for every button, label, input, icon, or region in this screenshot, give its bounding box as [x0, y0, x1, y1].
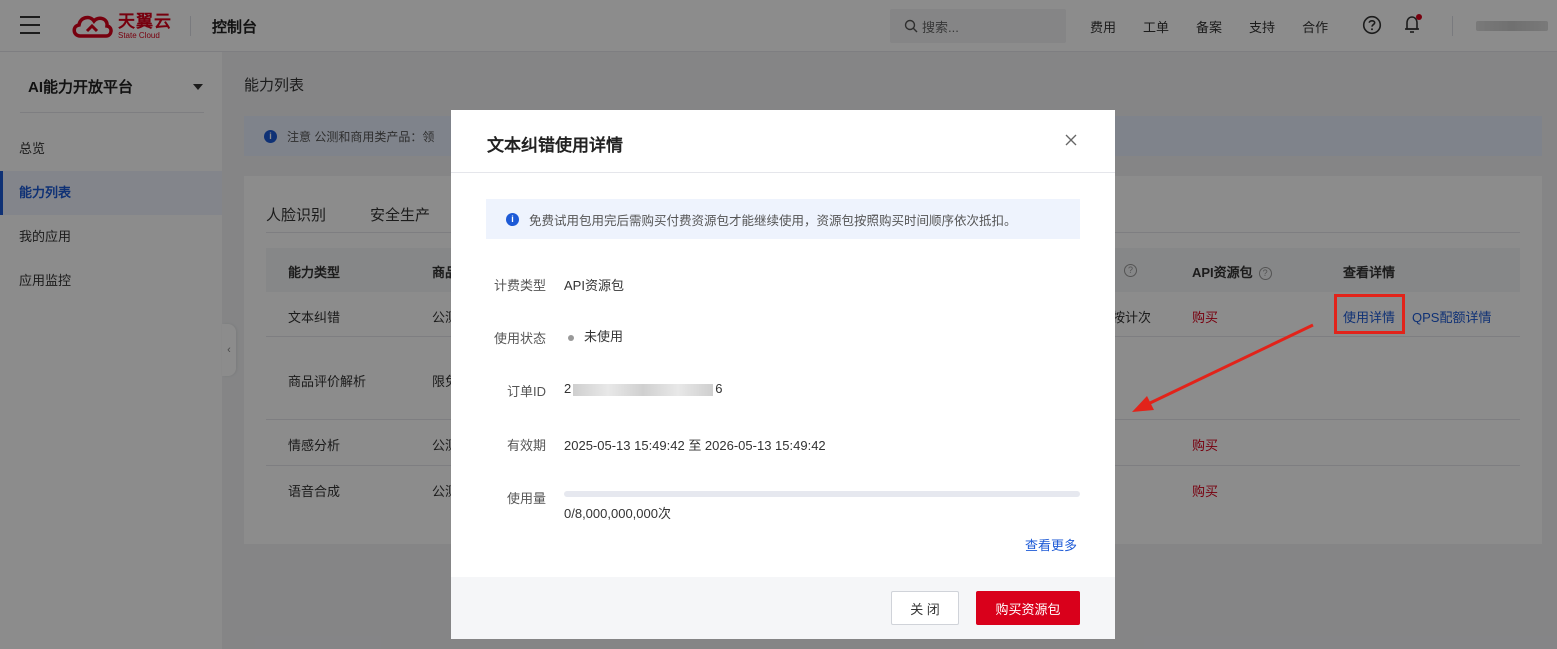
- usage-value: 0/8,000,000,000次: [564, 506, 671, 521]
- annotation-highlight-box: [1334, 294, 1405, 334]
- info-tip: i 免费试用包用完后需购买付费资源包才能继续使用，资源包按照购买时间顺序依次抵扣…: [486, 199, 1080, 239]
- view-more-link[interactable]: 查看更多: [1025, 535, 1077, 554]
- usage-status-label: 使用状态: [493, 331, 546, 346]
- usage-status-value: 未使用: [568, 326, 623, 345]
- info-icon: i: [506, 212, 519, 226]
- usage-progress-bar: [564, 491, 1080, 497]
- close-icon[interactable]: [1063, 132, 1079, 148]
- dialog-footer: 关 闭 购买资源包: [451, 577, 1115, 639]
- usage-label: 使用量: [506, 491, 546, 506]
- order-id-suffix: 6: [715, 381, 723, 396]
- billing-type-label: 计费类型: [493, 278, 546, 293]
- order-id-prefix: 2: [564, 381, 572, 396]
- close-button[interactable]: 关 闭: [891, 591, 959, 625]
- billing-type-value: API资源包: [564, 278, 624, 293]
- tip-text: 免费试用包用完后需购买付费资源包才能继续使用，资源包按照购买时间顺序依次抵扣。: [529, 213, 1017, 228]
- usage-details-dialog: 文本纠错使用详情 i 免费试用包用完后需购买付费资源包才能继续使用，资源包按照购…: [451, 110, 1115, 639]
- dialog-title: 文本纠错使用详情: [487, 136, 623, 155]
- status-dot-icon: [568, 334, 574, 341]
- redacted-block: [573, 383, 714, 396]
- validity-value: 2025-05-13 15:49:42 至 2026-05-13 15:49:4…: [564, 438, 826, 453]
- usage-status-text: 未使用: [584, 329, 624, 344]
- dialog-header: 文本纠错使用详情: [451, 110, 1115, 173]
- order-id-label: 订单ID: [506, 384, 546, 399]
- validity-label: 有效期: [506, 438, 546, 453]
- buy-resource-package-button[interactable]: 购买资源包: [976, 591, 1080, 625]
- order-id-value: 26: [564, 381, 722, 396]
